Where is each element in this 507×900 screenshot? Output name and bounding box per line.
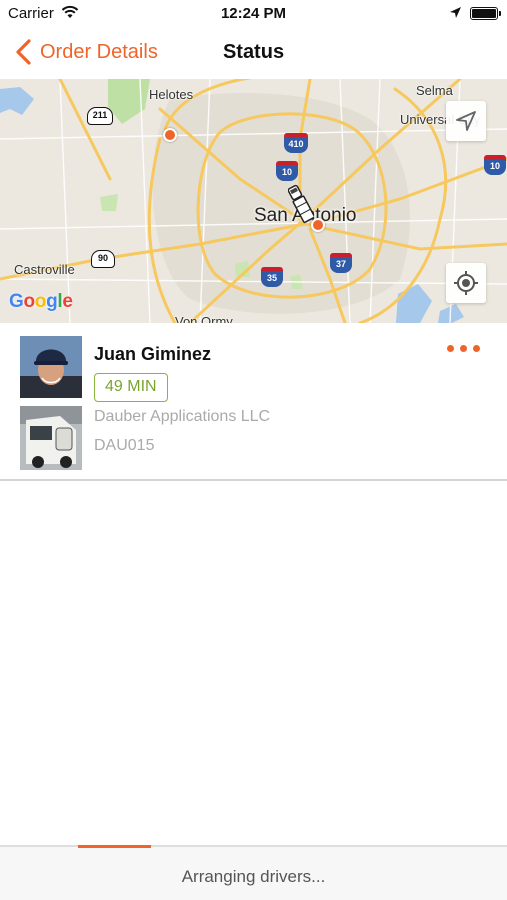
driver-name: Juan Giminez: [94, 344, 212, 364]
destination-pin[interactable]: [311, 218, 325, 232]
eta-badge: 49 MIN: [94, 373, 168, 402]
google-logo: Google: [9, 291, 73, 312]
pickup-pin[interactable]: [163, 128, 177, 142]
more-dot-icon: [460, 345, 467, 352]
map-view[interactable]: Helotes Selma Universal City Castroville…: [0, 79, 507, 323]
map-label-von-ormy: Von Ormy: [175, 314, 233, 323]
map-label-helotes: Helotes: [149, 87, 194, 102]
my-location-button[interactable]: [446, 263, 486, 303]
driver-avatar: [20, 336, 82, 398]
more-dot-icon: [473, 345, 480, 352]
navigation-arrow-icon: [456, 111, 476, 131]
status-bar: Carrier 12:24 PM: [0, 0, 507, 28]
truck-marker-icon: [288, 184, 314, 224]
status-text: Arranging drivers...: [181, 867, 326, 886]
more-options-button[interactable]: [447, 345, 480, 352]
bottom-status-bar: Arranging drivers...: [0, 845, 507, 900]
truck-photo: [20, 406, 82, 470]
driver-card: Juan Giminez 49 MIN Dauber Applications …: [0, 323, 507, 481]
truck-id: DAU015: [94, 437, 155, 454]
crosshair-icon: [454, 271, 478, 295]
interstate-10-east-shield: 10: [484, 155, 506, 175]
map-label-selma: Selma: [416, 83, 453, 98]
map-label-castroville: Castroville: [14, 262, 75, 277]
navigate-button[interactable]: [446, 101, 486, 141]
company-name: Dauber Applications LLC: [94, 408, 271, 425]
location-arrow-icon: [450, 7, 461, 18]
battery-icon: [470, 7, 501, 20]
clock: 12:24 PM: [220, 5, 287, 22]
more-dot-icon: [447, 345, 454, 352]
progress-indicator: [78, 845, 151, 848]
interstate-410-shield: 410: [284, 133, 308, 153]
interstate-37-shield: 37: [330, 253, 352, 273]
navigation-bar: Order Details Status: [0, 28, 507, 78]
us-90-shield: 90: [91, 250, 115, 268]
interstate-35-shield: 35: [261, 267, 283, 287]
route-211-shield: 211: [87, 107, 113, 125]
interstate-10-shield: 10: [276, 161, 298, 181]
page-title: Status: [222, 41, 285, 63]
